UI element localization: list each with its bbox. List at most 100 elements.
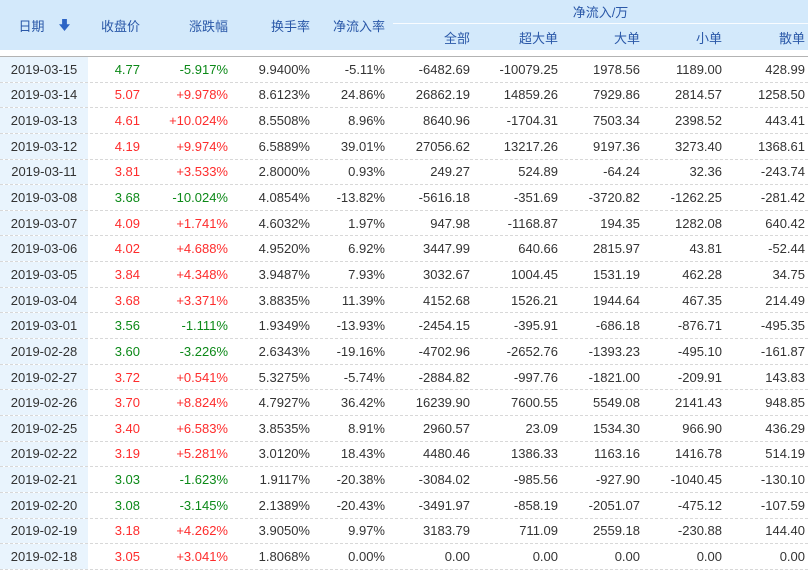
cell-turnover: 6.5889%	[236, 134, 318, 159]
table-row: 2019-02-253.40+6.583%3.8535%8.91%2960.57…	[0, 416, 808, 442]
cell-date: 2019-02-27	[0, 365, 88, 390]
cell-date: 2019-02-18	[0, 544, 88, 569]
cell-close: 3.19	[88, 442, 148, 467]
cell-date: 2019-03-14	[0, 83, 88, 108]
cell-date: 2019-03-11	[0, 160, 88, 185]
cell-all: 4152.68	[393, 288, 478, 313]
cell-super-large: 1386.33	[478, 442, 566, 467]
cell-super-large: -351.69	[478, 185, 566, 210]
cell-small: 43.81	[648, 236, 730, 261]
cell-inflow-rate: -19.16%	[318, 339, 393, 364]
cell-small: 467.35	[648, 288, 730, 313]
cell-small: 2398.52	[648, 108, 730, 133]
cell-all: -2454.15	[393, 313, 478, 338]
cell-retail: 640.42	[730, 211, 808, 236]
cell-change: +4.348%	[148, 262, 236, 287]
column-header-turnover: 换手率	[236, 0, 318, 50]
cell-turnover: 8.5508%	[236, 108, 318, 133]
cell-date: 2019-03-15	[0, 57, 88, 82]
cell-small: -495.10	[648, 339, 730, 364]
cell-super-large: 7600.55	[478, 390, 566, 415]
cell-large: 2815.97	[566, 236, 648, 261]
cell-large: -686.18	[566, 313, 648, 338]
column-header-close: 收盘价	[88, 0, 148, 50]
cell-all: 8640.96	[393, 108, 478, 133]
cell-close: 3.05	[88, 544, 148, 569]
table-row: 2019-03-124.19+9.974%6.5889%39.01%27056.…	[0, 134, 808, 160]
table-row: 2019-02-183.05+3.041%1.8068%0.00%0.000.0…	[0, 544, 808, 570]
cell-retail: -161.87	[730, 339, 808, 364]
cell-turnover: 4.9520%	[236, 236, 318, 261]
table-row: 2019-03-013.56-1.111%1.9349%-13.93%-2454…	[0, 313, 808, 339]
cell-retail: -243.74	[730, 160, 808, 185]
cell-small: 1189.00	[648, 57, 730, 82]
cell-small: 3273.40	[648, 134, 730, 159]
cell-super-large: 1526.21	[478, 288, 566, 313]
table-row: 2019-03-154.77-5.917%9.9400%-5.11%-6482.…	[0, 57, 808, 83]
sort-desc-icon[interactable]	[59, 19, 70, 31]
cell-retail: 436.29	[730, 416, 808, 441]
cell-turnover: 2.1389%	[236, 493, 318, 518]
cell-all: -3491.97	[393, 493, 478, 518]
cell-close: 3.84	[88, 262, 148, 287]
cell-all: 26862.19	[393, 83, 478, 108]
cell-small: 462.28	[648, 262, 730, 287]
cell-super-large: -1168.87	[478, 211, 566, 236]
cell-date: 2019-02-26	[0, 390, 88, 415]
cell-inflow-rate: 0.00%	[318, 544, 393, 569]
cell-retail: 948.85	[730, 390, 808, 415]
cell-large: 1163.16	[566, 442, 648, 467]
cell-change: +1.741%	[148, 211, 236, 236]
table-row: 2019-02-223.19+5.281%3.0120%18.43%4480.4…	[0, 442, 808, 468]
cell-change: +3.041%	[148, 544, 236, 569]
cell-small: -475.12	[648, 493, 730, 518]
cell-small: 2141.43	[648, 390, 730, 415]
cell-change: +8.824%	[148, 390, 236, 415]
cell-super-large: -10079.25	[478, 57, 566, 82]
cell-inflow-rate: 0.93%	[318, 160, 393, 185]
table-row: 2019-02-283.60-3.226%2.6343%-19.16%-4702…	[0, 339, 808, 365]
cell-large: -2051.07	[566, 493, 648, 518]
table-row: 2019-02-263.70+8.824%4.7927%36.42%16239.…	[0, 390, 808, 416]
cell-close: 3.68	[88, 185, 148, 210]
cell-retail: -52.44	[730, 236, 808, 261]
cell-all: 0.00	[393, 544, 478, 569]
fund-flow-table: 日期 收盘价 涨跌幅 换手率 净流入率 净流入/万 全部 超大单 大单 小单 散…	[0, 0, 811, 577]
cell-all: 3183.79	[393, 519, 478, 544]
cell-close: 3.72	[88, 365, 148, 390]
cell-large: -927.90	[566, 467, 648, 492]
cell-date: 2019-02-25	[0, 416, 88, 441]
cell-inflow-rate: 9.97%	[318, 519, 393, 544]
cell-inflow-rate: -13.82%	[318, 185, 393, 210]
cell-turnover: 3.8835%	[236, 288, 318, 313]
cell-large: 1531.19	[566, 262, 648, 287]
column-header-large: 大单	[566, 24, 648, 50]
cell-all: 2960.57	[393, 416, 478, 441]
cell-retail: 143.83	[730, 365, 808, 390]
cell-turnover: 8.6123%	[236, 83, 318, 108]
cell-retail: 34.75	[730, 262, 808, 287]
cell-change: -3.226%	[148, 339, 236, 364]
cell-change: +3.533%	[148, 160, 236, 185]
column-header-date[interactable]: 日期	[0, 0, 88, 50]
cell-large: 1534.30	[566, 416, 648, 441]
cell-change: -1.111%	[148, 313, 236, 338]
column-header-inflow-rate: 净流入率	[318, 0, 393, 50]
cell-super-large: 14859.26	[478, 83, 566, 108]
table-row: 2019-03-074.09+1.741%4.6032%1.97%947.98-…	[0, 211, 808, 237]
cell-all: -3084.02	[393, 467, 478, 492]
column-header-date-label: 日期	[18, 16, 44, 35]
cell-all: -2884.82	[393, 365, 478, 390]
cell-inflow-rate: -20.43%	[318, 493, 393, 518]
cell-close: 4.09	[88, 211, 148, 236]
cell-turnover: 4.0854%	[236, 185, 318, 210]
cell-all: 4480.46	[393, 442, 478, 467]
column-header-small: 小单	[648, 24, 730, 50]
cell-super-large: 524.89	[478, 160, 566, 185]
cell-close: 3.08	[88, 493, 148, 518]
cell-large: -1393.23	[566, 339, 648, 364]
cell-change: +4.262%	[148, 519, 236, 544]
cell-turnover: 3.9487%	[236, 262, 318, 287]
cell-close: 4.77	[88, 57, 148, 82]
cell-inflow-rate: 11.39%	[318, 288, 393, 313]
